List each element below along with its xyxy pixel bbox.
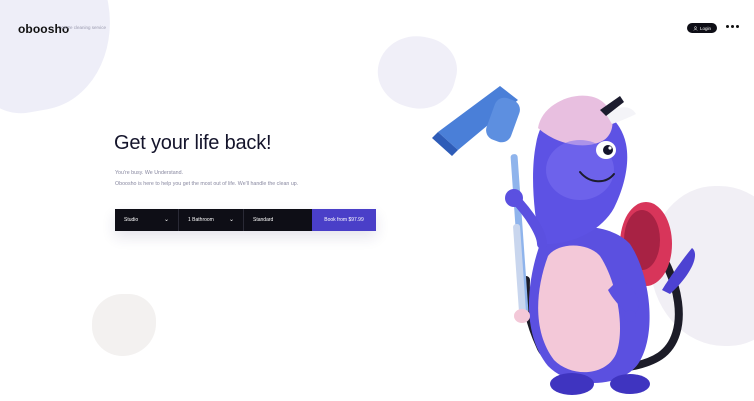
clean-type-value: Standard [253,217,274,223]
hero-subtitle-line2: Oboosho is here to help you get the most… [115,181,299,187]
more-dots-icon[interactable] [726,25,739,28]
login-button[interactable]: Login [687,23,717,33]
bathrooms-value: 1 Bathroom [188,217,214,223]
home-size-select[interactable]: Studio ⌄ [115,209,179,231]
clean-type-select[interactable]: Standard [244,209,312,231]
hero-title: Get your life back! [114,132,272,154]
book-button[interactable]: Book from $97.99 [312,209,376,231]
home-size-value: Studio [124,217,139,223]
bathrooms-select[interactable]: 1 Bathroom ⌄ [179,209,244,231]
brand-tagline: You're cleaning service [60,25,106,30]
background-blob-bottom-left [92,294,156,356]
chevron-down-icon: ⌄ [228,217,234,223]
chevron-down-icon: ⌄ [163,217,169,223]
background-blob-top-left [0,0,125,122]
booking-bar: Studio ⌄ 1 Bathroom ⌄ Standard Book from… [115,209,376,231]
hero-subtitle-line1: You're busy. We Understand. [115,170,184,176]
mascot-illustration [432,86,696,395]
login-label: Login [699,25,711,31]
user-icon [693,25,698,31]
